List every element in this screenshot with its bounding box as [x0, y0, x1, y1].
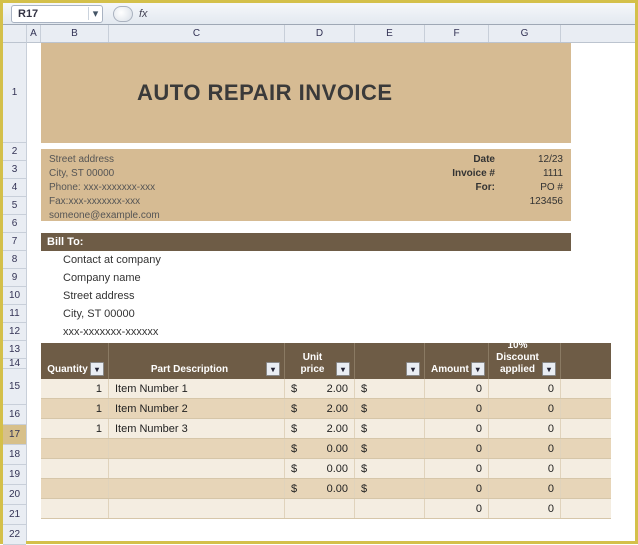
- row-header-12[interactable]: 12: [3, 323, 26, 341]
- row-header-14[interactable]: 14: [3, 359, 26, 369]
- row-header-9[interactable]: 9: [3, 269, 26, 287]
- th-description: Part Description ▾: [109, 343, 285, 379]
- table-row[interactable]: 0 0: [41, 499, 611, 519]
- table-row[interactable]: $0.00 $ 0 0: [41, 479, 611, 499]
- table-row[interactable]: 1 Item Number 3 $2.00 $ 0 0: [41, 419, 611, 439]
- col-header-G[interactable]: G: [489, 25, 561, 42]
- col-header-D[interactable]: D: [285, 25, 355, 42]
- filter-button-discount[interactable]: ▾: [542, 362, 556, 376]
- bill-to-company: Company name: [63, 269, 571, 287]
- table-row[interactable]: $0.00 $ 0 0: [41, 459, 611, 479]
- row-header-19[interactable]: 19: [3, 465, 26, 485]
- invoice-title-block: AUTO REPAIR INVOICE: [41, 43, 571, 143]
- col-header-C[interactable]: C: [109, 25, 285, 42]
- sender-phone: Phone: xxx-xxxxxxx-xxx: [49, 181, 160, 195]
- select-all-cells[interactable]: [3, 25, 27, 43]
- filter-button-description[interactable]: ▾: [266, 362, 280, 376]
- row-header-6[interactable]: 6: [3, 215, 26, 233]
- row-header-16[interactable]: 16: [3, 405, 26, 425]
- row-header-2[interactable]: 2: [3, 143, 26, 161]
- name-box[interactable]: R17 ▾: [11, 5, 103, 23]
- th-unit-price: Unit price ▾: [285, 343, 355, 379]
- th-price-hidden: ▾: [355, 343, 425, 379]
- bill-to-contact: Contact at company: [63, 251, 571, 269]
- row-header-11[interactable]: 11: [3, 305, 26, 323]
- row-header-10[interactable]: 10: [3, 287, 26, 305]
- col-header-E[interactable]: E: [355, 25, 425, 42]
- col-header-F[interactable]: F: [425, 25, 489, 42]
- row-header-20[interactable]: 20: [3, 485, 26, 505]
- row-header-3[interactable]: 3: [3, 161, 26, 179]
- filter-button-hidden[interactable]: ▾: [406, 362, 420, 376]
- table-row[interactable]: 1 Item Number 2 $2.00 $ 0 0: [41, 399, 611, 419]
- row-header-8[interactable]: 8: [3, 251, 26, 269]
- filter-button-unit-price[interactable]: ▾: [336, 362, 350, 376]
- meta-label-invoice: Invoice #: [452, 167, 495, 181]
- invoice-title: AUTO REPAIR INVOICE: [137, 80, 393, 106]
- row-header-5[interactable]: 5: [3, 197, 26, 215]
- meta-value-date: 12/23: [513, 153, 563, 167]
- meta-label-for: For:: [452, 181, 495, 195]
- sender-city: City, ST 00000: [49, 167, 160, 181]
- row-header-15[interactable]: 15: [3, 369, 26, 405]
- bill-to-phone: xxx-xxxxxxx-xxxxxx: [63, 323, 571, 341]
- meta-value-for2: 123456: [513, 195, 563, 209]
- name-box-value: R17: [12, 8, 88, 20]
- row-header-7[interactable]: 7: [3, 233, 26, 251]
- th-amount: Amount ▾: [425, 343, 489, 379]
- fx-insert-function-button[interactable]: [113, 6, 133, 22]
- table-row[interactable]: 1 Item Number 1 $2.00 $ 0 0: [41, 379, 611, 399]
- sender-email: someone@example.com: [49, 209, 160, 223]
- name-box-dropdown-icon[interactable]: ▾: [88, 7, 102, 20]
- th-quantity: Quantity ▾: [41, 343, 109, 379]
- bill-to-city: City, ST 00000: [63, 305, 571, 323]
- col-header-A[interactable]: A: [27, 25, 41, 42]
- meta-value-invoice: 1111: [513, 167, 563, 181]
- row-header-4[interactable]: 4: [3, 179, 26, 197]
- items-table-body: 1 Item Number 1 $2.00 $ 0 0 1 Item Numbe…: [41, 379, 611, 519]
- bill-to-street: Street address: [63, 287, 571, 305]
- meta-value-for1: PO #: [513, 181, 563, 195]
- items-table: Quantity ▾ Part Description ▾ Unit price…: [41, 343, 611, 519]
- sender-address: Street address City, ST 00000 Phone: xxx…: [49, 153, 160, 217]
- meta-label-date: Date: [452, 153, 495, 167]
- filter-button-quantity[interactable]: ▾: [90, 362, 104, 376]
- row-header-17[interactable]: 17: [3, 425, 26, 445]
- bill-to-header: Bill To:: [41, 233, 571, 251]
- row-header-22[interactable]: 22: [3, 525, 26, 545]
- formula-bar: R17 ▾ fx: [3, 3, 635, 25]
- items-table-header: Quantity ▾ Part Description ▾ Unit price…: [41, 343, 611, 379]
- sender-fax: Fax:xxx-xxxxxxx-xxx: [49, 195, 160, 209]
- table-row[interactable]: $0.00 $ 0 0: [41, 439, 611, 459]
- sender-street: Street address: [49, 153, 160, 167]
- filter-button-amount[interactable]: ▾: [471, 362, 485, 376]
- row-header-13[interactable]: 13: [3, 341, 26, 359]
- row-headers: 1 2 3 4 5 6 7 8 9 10 11 12 13 14 15 16 1…: [3, 25, 27, 541]
- column-headers: A B C D E F G: [27, 25, 635, 43]
- row-header-21[interactable]: 21: [3, 505, 26, 525]
- bill-to-block: Bill To: Contact at company Company name…: [41, 233, 571, 341]
- fx-label: fx: [139, 8, 148, 20]
- row-header-1[interactable]: 1: [3, 43, 26, 143]
- col-header-B[interactable]: B: [41, 25, 109, 42]
- invoice-meta: Date Invoice # For: 12/23 1111 PO # 1234…: [452, 153, 563, 217]
- row-header-18[interactable]: 18: [3, 445, 26, 465]
- sender-meta-block: Street address City, ST 00000 Phone: xxx…: [41, 149, 571, 221]
- th-discount: 10% Discount applied ▾: [489, 343, 561, 379]
